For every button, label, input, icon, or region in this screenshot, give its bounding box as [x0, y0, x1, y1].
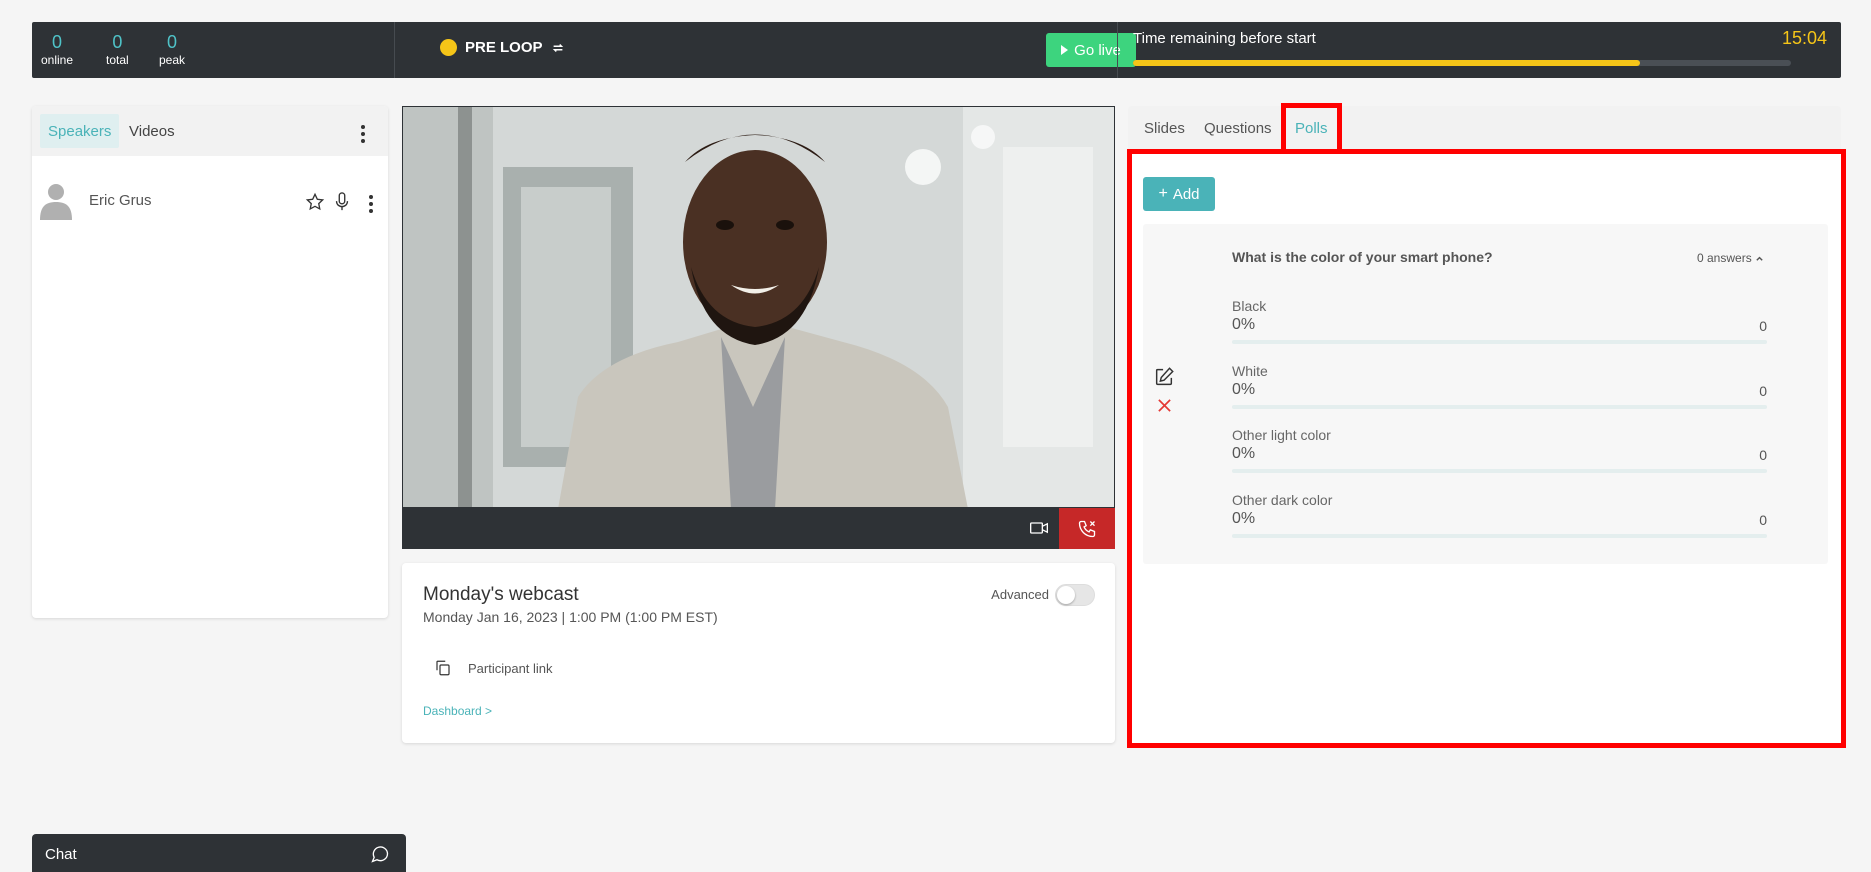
- speaker-name: Eric Grus: [89, 192, 152, 209]
- advanced-label: Advanced: [991, 587, 1049, 602]
- time-remaining-value: 15:04: [1781, 28, 1827, 48]
- dashboard-link[interactable]: Dashboard >: [423, 704, 492, 718]
- poll-option-bar: [1232, 340, 1767, 344]
- interaction-tabs-header: Slides Questions Polls: [1128, 106, 1841, 152]
- tab-questions[interactable]: Questions: [1204, 120, 1272, 137]
- tab-slides[interactable]: Slides: [1144, 120, 1185, 137]
- webcast-info-card: Monday's webcast Monday Jan 16, 2023 | 1…: [402, 563, 1115, 743]
- poll-option-bar: [1232, 534, 1767, 538]
- stat-peak: 0 peak: [159, 32, 185, 68]
- tab-speakers[interactable]: Speakers: [40, 114, 120, 148]
- divider: [1117, 22, 1118, 78]
- poll-option-count: 0: [1759, 383, 1767, 399]
- poll-option-percent: 0%: [1232, 510, 1256, 527]
- chevron-up-icon: [1755, 256, 1763, 261]
- microphone-icon[interactable]: [334, 192, 350, 212]
- speaker-menu-icon[interactable]: [369, 195, 373, 213]
- webcast-title: Monday's webcast: [423, 584, 579, 605]
- divider: [394, 22, 395, 78]
- time-progress-fill: [1133, 60, 1640, 66]
- stat-total-value: 0: [112, 32, 123, 52]
- poll-answers-count: 0 answers: [1697, 251, 1752, 265]
- stat-online-value: 0: [52, 32, 63, 52]
- phone-hangup-icon: [1078, 520, 1096, 537]
- plus-icon: +: [1158, 185, 1168, 202]
- edit-poll-icon[interactable]: [1153, 366, 1175, 388]
- webcast-date: Monday Jan 16, 2023 | 1:00 PM (1:00 PM E…: [423, 609, 718, 625]
- copy-icon[interactable]: [434, 659, 452, 677]
- speakers-panel-header: Speakers Videos: [32, 106, 388, 156]
- poll-option: White 0% 0: [1232, 363, 1767, 409]
- participant-link[interactable]: Participant link: [468, 661, 553, 676]
- poll-option: Black 0% 0: [1232, 298, 1767, 344]
- poll-question: What is the color of your smart phone?: [1232, 249, 1493, 265]
- poll-option-count: 0: [1759, 447, 1767, 463]
- stat-peak-value: 0: [167, 32, 178, 52]
- speakers-panel: Speakers Videos Eric Grus: [32, 106, 388, 618]
- stream-status-label: PRE LOOP: [465, 39, 543, 56]
- chat-label: Chat: [45, 846, 77, 863]
- poll-option: Other light color 0% 0: [1232, 427, 1767, 473]
- time-remaining-label: Time remaining before start: [1133, 30, 1316, 47]
- stream-status: PRE LOOP: [440, 39, 565, 56]
- status-dot-icon: [440, 39, 457, 56]
- speaker-row[interactable]: Eric Grus: [32, 178, 388, 228]
- avatar-icon: [40, 184, 72, 220]
- poll-option-label: Other dark color: [1232, 492, 1333, 508]
- star-icon[interactable]: [305, 192, 325, 212]
- poll-option-count: 0: [1759, 512, 1767, 528]
- chat-bar[interactable]: Chat: [32, 834, 406, 872]
- stat-total: 0 total: [106, 32, 129, 68]
- tab-videos[interactable]: Videos: [121, 114, 183, 148]
- video-controls-bar: [402, 508, 1115, 549]
- camera-icon[interactable]: [1029, 518, 1049, 538]
- speaker-video-image: [403, 107, 1114, 507]
- poll-card: What is the color of your smart phone? 0…: [1143, 224, 1828, 564]
- poll-option-bar: [1232, 405, 1767, 409]
- poll-option-label: Black: [1232, 298, 1267, 314]
- end-call-button[interactable]: [1059, 508, 1115, 549]
- poll-option-percent: 0%: [1232, 445, 1256, 462]
- toggle-knob: [1057, 586, 1075, 604]
- panel-menu-icon[interactable]: [361, 125, 365, 143]
- poll-option-count: 0: [1759, 318, 1767, 334]
- poll-option-label: Other light color: [1232, 427, 1331, 443]
- poll-option-percent: 0%: [1232, 316, 1256, 333]
- chat-bubble-icon: [371, 846, 389, 863]
- go-live-button[interactable]: Go live: [1046, 33, 1136, 67]
- stat-online-label: online: [41, 53, 74, 67]
- loop-icon[interactable]: [551, 41, 565, 55]
- poll-option: Other dark color 0% 0: [1232, 492, 1767, 538]
- add-poll-label: Add: [1172, 185, 1200, 203]
- poll-option-percent: 0%: [1232, 381, 1256, 398]
- stat-total-label: total: [106, 53, 129, 67]
- time-progress-bar: [1133, 60, 1791, 66]
- poll-option-label: White: [1232, 363, 1268, 379]
- poll-option-bar: [1232, 469, 1767, 473]
- go-live-label: Go live: [1074, 41, 1121, 59]
- poll-answers-toggle[interactable]: 0 answers: [1697, 251, 1764, 265]
- advanced-toggle[interactable]: [1055, 584, 1095, 606]
- top-status-bar: 0 online 0 total 0 peak PRE LOOP Go live…: [32, 22, 1841, 78]
- play-icon: [1061, 45, 1069, 55]
- stat-online: 0 online: [41, 32, 73, 68]
- delete-poll-icon[interactable]: [1157, 398, 1172, 413]
- video-preview: [402, 106, 1115, 508]
- add-poll-button[interactable]: + Add: [1143, 177, 1215, 211]
- stat-peak-label: peak: [159, 53, 186, 67]
